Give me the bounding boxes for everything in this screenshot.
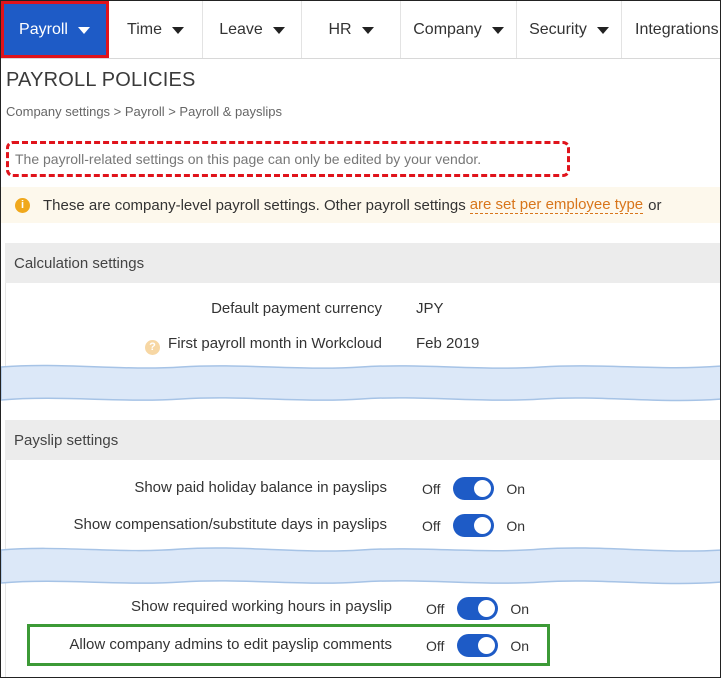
chevron-down-icon [272, 27, 285, 34]
nav-hr-label: HR [328, 20, 352, 38]
chevron-down-icon [171, 27, 184, 34]
paid-holiday-balance-toggle-group: Off On [422, 477, 525, 500]
off-label: Off [426, 600, 445, 617]
default-currency-value: JPY [416, 300, 444, 317]
required-working-hours-toggle[interactable] [457, 597, 499, 620]
first-payroll-month-value: Feb 2019 [416, 335, 480, 352]
nav-time[interactable]: Time [109, 1, 203, 58]
nav-company[interactable]: Company [401, 1, 517, 58]
toggle-knob [478, 600, 496, 617]
info-icon: i [15, 197, 30, 213]
nav-payroll-label: Payroll [19, 20, 68, 38]
paid-holiday-balance-label: Show paid holiday balance in payslips [134, 479, 387, 496]
nav-security-label: Security [529, 20, 587, 38]
nav-integrations-label: Integrations [635, 20, 719, 38]
chevron-down-icon [596, 27, 609, 34]
vendor-note-highlight: The payroll-related settings on this pag… [6, 141, 570, 177]
screenshot-frame: Payroll Time Leave HR Company Security I… [0, 0, 721, 678]
calculation-section-header: Calculation settings [5, 243, 720, 283]
help-icon[interactable]: ? [145, 339, 161, 355]
on-label: On [510, 600, 530, 617]
compensation-days-toggle-group: Off On [422, 514, 525, 537]
vendor-note-text: The payroll-related settings on this pag… [15, 151, 482, 167]
nav-hr[interactable]: HR [302, 1, 401, 58]
nav-time-label: Time [127, 20, 162, 38]
chevron-down-icon [491, 27, 504, 34]
first-payroll-month-label: First payroll month in Workcloud [168, 335, 382, 352]
omitted-content-band [1, 364, 720, 402]
first-payroll-month-row: ? First payroll month in Workcloud [145, 335, 382, 355]
nav-integrations[interactable]: Integrations [622, 1, 720, 58]
required-working-hours-toggle-group: Off On [426, 597, 529, 620]
compensation-days-toggle[interactable] [453, 514, 495, 537]
nav-leave[interactable]: Leave [203, 1, 302, 58]
edit-payslip-comments-highlight [27, 624, 550, 666]
payslip-section-header: Payslip settings [5, 420, 720, 460]
paid-holiday-balance-toggle[interactable] [453, 477, 495, 500]
calculation-section-title: Calculation settings [14, 254, 145, 272]
on-label: On [506, 480, 526, 497]
nav-security[interactable]: Security [517, 1, 622, 58]
nav-company-label: Company [413, 20, 482, 38]
breadcrumb[interactable]: Company settings > Payroll > Payroll & p… [6, 104, 282, 119]
employee-type-link[interactable]: are set per employee type [469, 196, 644, 214]
chevron-down-icon [77, 27, 90, 34]
off-label: Off [422, 480, 441, 497]
toggle-knob [474, 517, 492, 534]
top-navigation: Payroll Time Leave HR Company Security I… [1, 1, 720, 59]
omitted-content-band [1, 547, 720, 585]
required-working-hours-label: Show required working hours in payslip [131, 598, 392, 615]
info-text: These are company-level payroll settings… [43, 196, 466, 214]
on-label: On [506, 517, 526, 534]
chevron-down-icon [361, 27, 374, 34]
page-title: PAYROLL POLICIES [6, 69, 196, 91]
nav-payroll[interactable]: Payroll [1, 1, 109, 58]
toggle-knob [474, 480, 492, 497]
default-currency-label: Default payment currency [211, 300, 382, 317]
compensation-days-label: Show compensation/substitute days in pay… [73, 516, 387, 533]
nav-leave-label: Leave [219, 20, 263, 38]
payslip-section-title: Payslip settings [14, 431, 119, 449]
info-banner: i These are company-level payroll settin… [1, 187, 720, 223]
off-label: Off [422, 517, 441, 534]
info-tail: or [648, 196, 662, 214]
